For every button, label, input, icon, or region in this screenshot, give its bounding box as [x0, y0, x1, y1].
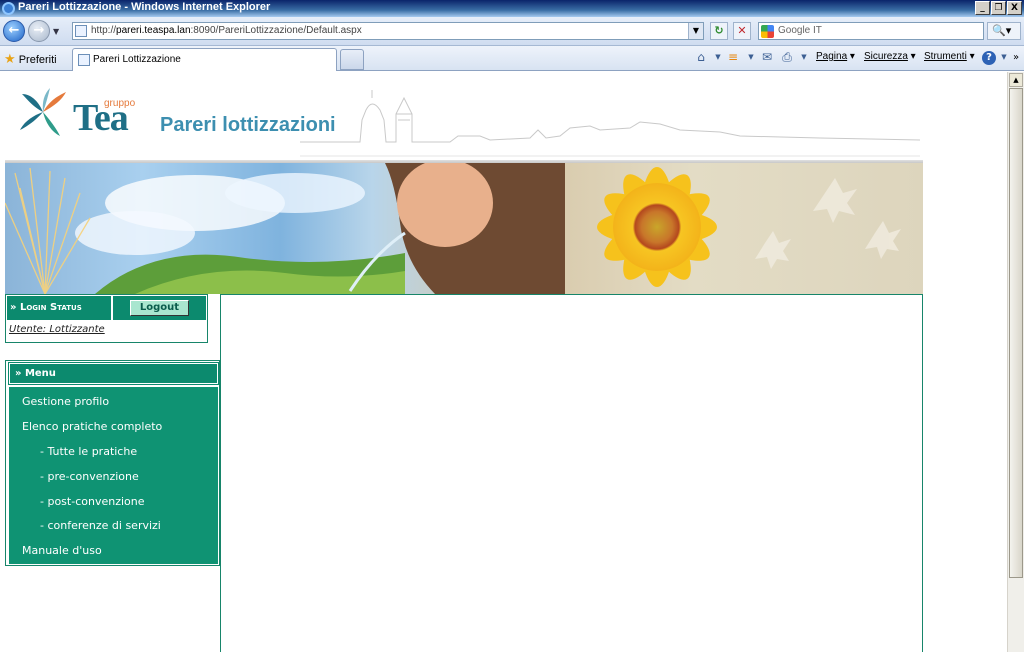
help-icon[interactable]: ?	[982, 51, 996, 65]
menu-panel: » Menu Gestione profilo Elenco pratiche …	[5, 360, 220, 566]
page-icon	[75, 25, 87, 37]
search-placeholder: Google IT	[778, 25, 822, 36]
back-button[interactable]: ←	[3, 20, 25, 42]
print-dropdown-icon[interactable]: ▼	[796, 50, 812, 65]
close-window-button[interactable]: X	[1007, 1, 1022, 15]
address-input[interactable]: http://pareri.teaspa.lan:8090/PareriLott…	[72, 22, 704, 40]
city-skyline-illustration	[300, 90, 920, 157]
menu-item-manuale-uso[interactable]: Manuale d'uso	[22, 544, 102, 557]
window-title: Pareri Lottizzazione - Windows Internet …	[18, 1, 271, 13]
print-icon[interactable]: ⎙	[779, 50, 795, 65]
menu-item-pre-convenzione[interactable]: - pre-convenzione	[40, 470, 139, 483]
favorites-bar: ★ Preferiti Pareri Lottizzazione ⌂ ▼ ≡ ▼…	[0, 46, 1024, 71]
address-toolbar: ← → ▼ http://pareri.teaspa.lan:8090/Pare…	[0, 17, 1024, 46]
home-icon[interactable]: ⌂	[693, 50, 709, 65]
security-menu[interactable]: Sicurezza ▾	[864, 51, 916, 62]
forward-button[interactable]: →	[28, 20, 50, 42]
history-dropdown-icon[interactable]: ▼	[53, 27, 59, 36]
logo-tea-text: Tea	[73, 97, 129, 139]
menu-item-gestione-profilo[interactable]: Gestione profilo	[22, 395, 109, 408]
new-tab-button[interactable]	[340, 49, 364, 70]
google-icon	[761, 25, 774, 38]
scrollbar-thumb[interactable]	[1009, 88, 1023, 578]
favorites-button[interactable]: ★ Preferiti	[4, 51, 57, 67]
logout-button[interactable]: Logout	[130, 300, 189, 316]
login-status-panel: » Login Status Logout Utente: Lottizzant…	[5, 294, 208, 343]
header-banner-image	[5, 163, 923, 294]
window-titlebar: Pareri Lottizzazione - Windows Internet …	[0, 0, 1024, 17]
main-content-area	[221, 294, 923, 652]
current-user-link[interactable]: Utente: Lottizzante	[9, 324, 105, 335]
tab-pareri-lottizzazione[interactable]: Pareri Lottizzazione	[72, 48, 337, 71]
menu-item-post-convenzione[interactable]: - post-convenzione	[40, 495, 145, 508]
menu-item-elenco-pratiche[interactable]: Elenco pratiche completo	[22, 420, 162, 433]
star-icon: ★	[4, 51, 16, 66]
feeds-dropdown-icon[interactable]: ▼	[743, 50, 759, 65]
search-input[interactable]: Google IT	[758, 22, 984, 40]
address-dropdown-icon[interactable]: ▼	[688, 23, 703, 39]
menu-item-tutte-le-pratiche[interactable]: - Tutte le pratiche	[40, 445, 137, 458]
menu-title: » Menu	[8, 362, 219, 385]
search-button[interactable]: 🔍▾	[987, 22, 1021, 40]
logout-cell: Logout	[113, 296, 206, 320]
internet-explorer-icon	[2, 2, 15, 15]
chevron-right-icon[interactable]: »	[1008, 50, 1024, 65]
refresh-icon[interactable]: ↻	[710, 22, 728, 40]
mail-icon[interactable]: ✉	[759, 50, 775, 65]
feeds-icon[interactable]: ≡	[725, 50, 741, 65]
page-icon	[78, 54, 90, 66]
page-viewport: gruppo Tea Pareri lottizzazioni » Login …	[0, 72, 1007, 652]
banner-illustration	[5, 163, 901, 294]
url-text: http://pareri.teaspa.lan:8090/PareriLott…	[91, 25, 362, 36]
page-menu[interactable]: Pagina ▾	[816, 51, 855, 62]
tea-logo-symbol-icon	[20, 88, 66, 136]
tab-title: Pareri Lottizzazione	[93, 54, 181, 65]
minimize-button[interactable]: _	[975, 1, 990, 15]
tools-menu[interactable]: Strumenti ▾	[924, 51, 975, 62]
scroll-up-arrow-icon[interactable]: ▲	[1009, 73, 1023, 87]
menu-list: Gestione profilo Elenco pratiche complet…	[9, 387, 218, 564]
menu-item-conferenze-di-servizi[interactable]: - conferenze di servizi	[40, 519, 161, 532]
login-status-title: » Login Status	[7, 296, 111, 320]
stop-icon[interactable]: ✕	[733, 22, 751, 40]
vertical-scrollbar[interactable]: ▲	[1007, 72, 1024, 652]
home-dropdown-icon[interactable]: ▼	[710, 50, 726, 65]
restore-button[interactable]: ❐	[991, 1, 1006, 15]
